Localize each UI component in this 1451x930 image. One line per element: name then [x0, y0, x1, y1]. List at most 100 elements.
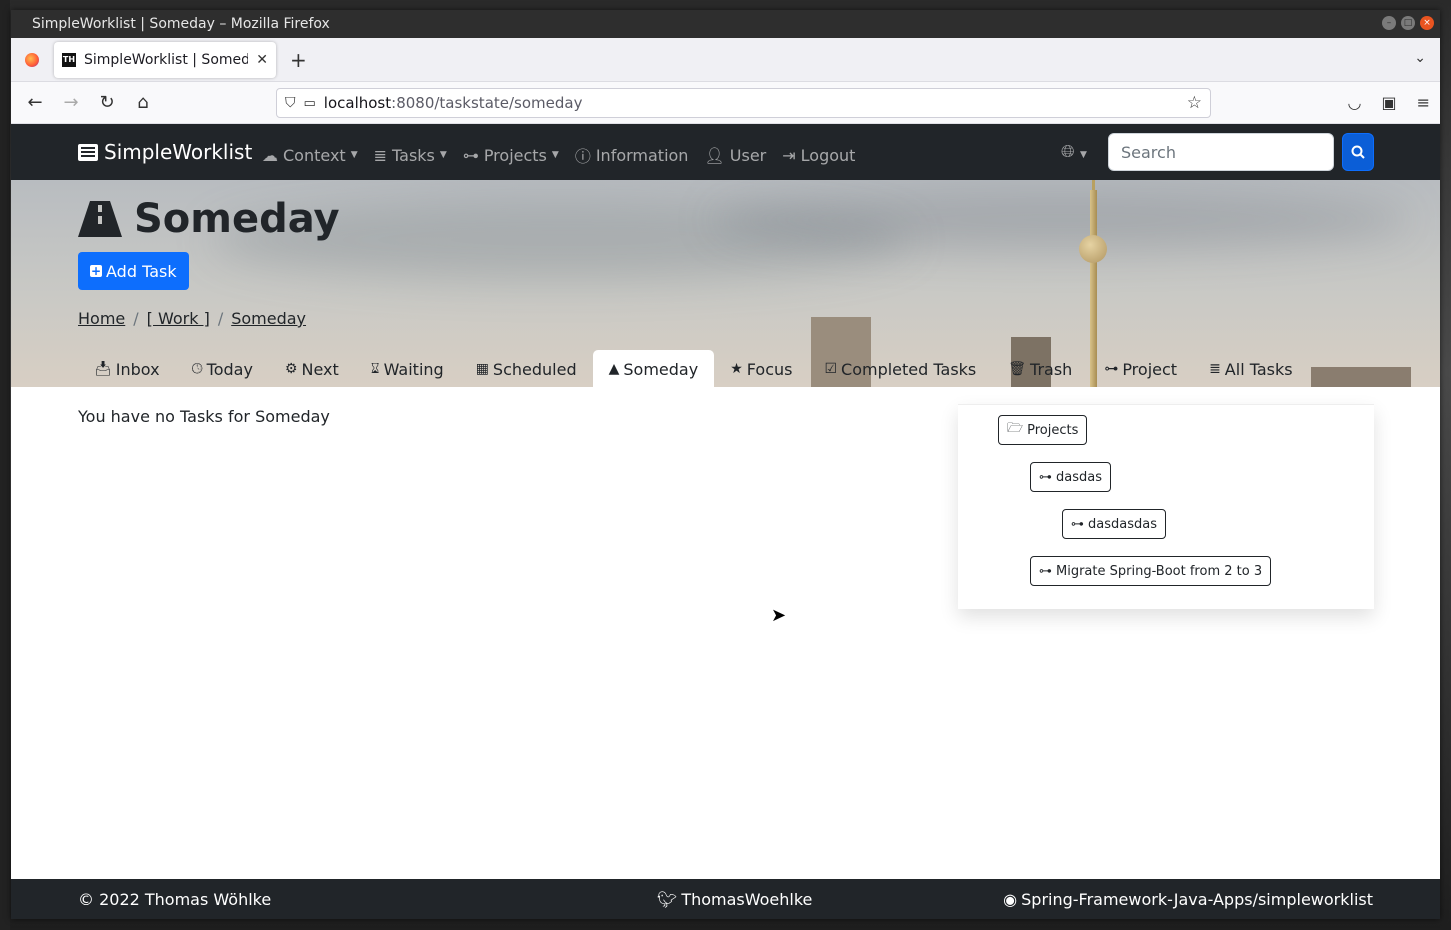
browser-tab[interactable]: TH SimpleWorklist | Someday ✕ [54, 41, 276, 78]
tab-trash[interactable]: 🗑︎ Trash [992, 350, 1088, 387]
twitter-icon: 🐦︎ [657, 890, 678, 909]
close-tab-icon[interactable]: ✕ [256, 52, 268, 68]
breadcrumb-context[interactable]: [ Work ] [147, 309, 210, 328]
tab-label: Someday [623, 359, 699, 379]
menu-context[interactable]: ☁ Context ▼ [262, 143, 358, 167]
browser-toolbar: ← → ↻ ⌂ ⛉ ▭ localhost:8080/taskstate/som… [11, 82, 1440, 124]
menu-user[interactable]: 👤︎ User [704, 143, 766, 167]
tab-focus[interactable]: ★ Focus [714, 350, 808, 387]
breadcrumb-home[interactable]: Home [78, 309, 125, 328]
close-window-button[interactable]: × [1420, 16, 1434, 30]
empty-tasks-message: You have no Tasks for Someday [78, 407, 330, 426]
firefox-view-icon[interactable] [25, 52, 39, 67]
inbox-icon: 📥︎ [94, 361, 112, 377]
page-title: Someday [78, 196, 340, 242]
project-diagram-icon: ⊶ [1071, 516, 1084, 532]
home-icon[interactable]: ⌂ [125, 92, 161, 113]
page-header: Someday + Add Task Home / [ Work ] / Som… [11, 180, 1440, 387]
caret-down-icon: ▼ [350, 150, 358, 160]
project-label: Projects [1027, 422, 1079, 438]
footer: © 2022 Thomas Wöhlke 🐦︎ ThomasWoehlke ◉ Sp… [11, 879, 1440, 919]
project-label: dasdas [1056, 469, 1102, 485]
tab-label: Completed Tasks [841, 359, 977, 379]
tab-completed[interactable]: ☑ Completed Tasks [808, 350, 992, 387]
shield-icon[interactable]: ⛉ [285, 95, 296, 111]
maximize-button[interactable]: □ [1401, 16, 1415, 30]
hamburger-menu-icon[interactable]: ≡ [1417, 93, 1430, 112]
favicon-icon: TH [62, 52, 76, 67]
forward-icon[interactable]: → [53, 92, 89, 113]
menu-label: Information [595, 145, 689, 165]
breadcrumb-separator: / [217, 309, 224, 328]
extension-icon[interactable]: ▣ [1381, 93, 1396, 112]
minimize-button[interactable]: – [1382, 16, 1396, 30]
page-info-icon[interactable]: ▭ [304, 96, 316, 111]
menu-projects[interactable]: ⊶ Projects ▼ [463, 143, 559, 167]
tab-next[interactable]: ⚙ Next [269, 350, 355, 387]
caret-down-icon: ▼ [439, 150, 447, 160]
calendar-icon: ▦ [475, 361, 489, 377]
breadcrumb-current[interactable]: Someday [231, 309, 306, 328]
brand-link[interactable]: SimpleWorklist [78, 140, 252, 164]
footer-twitter-link[interactable]: 🐦︎ ThomasWoehlke [657, 890, 812, 909]
projects-root-button[interactable]: 🗁︎ Projects [998, 415, 1088, 445]
caret-down-icon: ▼ [1080, 150, 1087, 160]
tab-label: Next [301, 359, 339, 379]
caret-down-icon: ▼ [551, 150, 559, 160]
check-square-icon: ☑ [824, 361, 838, 377]
search-input[interactable]: Search [1108, 133, 1334, 171]
pocket-icon[interactable]: ◡ [1348, 93, 1362, 112]
logout-icon: ⇥ [782, 145, 796, 165]
tab-all-tasks[interactable]: ≣ All Tasks [1193, 350, 1309, 387]
projects-tree-card: 🗁︎ Projects ⊶ dasdas ⊶ dasdasdas ⊶ Migra… [958, 404, 1374, 609]
back-icon[interactable]: ← [17, 92, 53, 113]
tab-label: Waiting [383, 359, 444, 379]
url-host: localhost [323, 94, 392, 112]
reload-icon[interactable]: ↻ [89, 92, 125, 113]
app-navbar: SimpleWorklist ☁ Context ▼ ≣ Tasks ▼ ⊶ Projec… [11, 124, 1440, 180]
project-button[interactable]: ⊶ Migrate Spring-Boot from 2 to 3 [1030, 556, 1272, 586]
menu-tasks[interactable]: ≣ Tasks ▼ [374, 143, 447, 167]
search-icon [1351, 145, 1365, 159]
info-icon: ⓘ [574, 147, 591, 166]
database-icon: ≣ [1209, 361, 1221, 377]
tab-project[interactable]: ⊶ Project [1088, 350, 1193, 387]
brand-label: SimpleWorklist [104, 140, 253, 164]
add-task-label: Add Task [106, 261, 177, 281]
project-button[interactable]: ⊶ dasdasdas [1062, 509, 1166, 539]
project-diagram-icon: ⊶ [1039, 563, 1052, 579]
list-icon [78, 143, 98, 161]
tab-scheduled[interactable]: ▦ Scheduled [460, 350, 593, 387]
desktop-dock [0, 0, 10, 930]
bookmark-star-icon[interactable]: ☆ [1187, 93, 1202, 113]
project-button[interactable]: ⊶ dasdas [1030, 462, 1111, 492]
user-icon: 👤︎ [704, 145, 725, 165]
menu-label: Context [283, 145, 346, 165]
tab-label: Trash [1030, 359, 1073, 379]
github-icon: ◉ [1003, 890, 1018, 909]
menu-information[interactable]: ⓘ Information [575, 143, 689, 167]
tab-today[interactable]: 🕓︎ Today [176, 350, 269, 387]
url-bar[interactable]: ⛉ ▭ localhost:8080/taskstate/someday ☆ [276, 88, 1211, 118]
window-title: SimpleWorklist | Someday – Mozilla Firef… [32, 16, 330, 32]
tab-waiting[interactable]: ⌛︎ Waiting [355, 350, 460, 387]
road-icon [78, 201, 122, 237]
cogs-icon: ⚙ [284, 361, 298, 377]
search-button[interactable] [1342, 133, 1374, 171]
tab-inbox[interactable]: 📥︎ Inbox [78, 350, 176, 387]
tab-someday[interactable]: ▲ Someday [592, 350, 715, 387]
new-tab-icon[interactable]: + [290, 48, 307, 72]
tab-list-chevron-icon[interactable]: ⌄ [1414, 50, 1426, 66]
menu-label: Tasks [392, 145, 435, 165]
browser-window: SimpleWorklist | Someday – Mozilla Firef… [11, 10, 1440, 919]
breadcrumb-separator: / [133, 309, 139, 328]
taskstate-tabs: 📥︎ Inbox 🕓︎ Today ⚙ Next ⌛︎ Waiting ▦ Schedul… [78, 350, 1309, 387]
add-task-button[interactable]: + Add Task [78, 252, 189, 290]
tab-label: Today [206, 359, 253, 379]
tab-label: Project [1122, 359, 1178, 379]
breadcrumb: Home / [ Work ] / Someday [78, 309, 306, 328]
plus-square-icon: + [90, 264, 102, 278]
language-dropdown[interactable]: 🌐︎ ▼ [1061, 142, 1087, 162]
menu-logout[interactable]: ⇥ Logout [782, 143, 855, 167]
footer-github-link[interactable]: ◉ Spring-Framework-Java-Apps/simpleworkli… [1003, 890, 1373, 909]
